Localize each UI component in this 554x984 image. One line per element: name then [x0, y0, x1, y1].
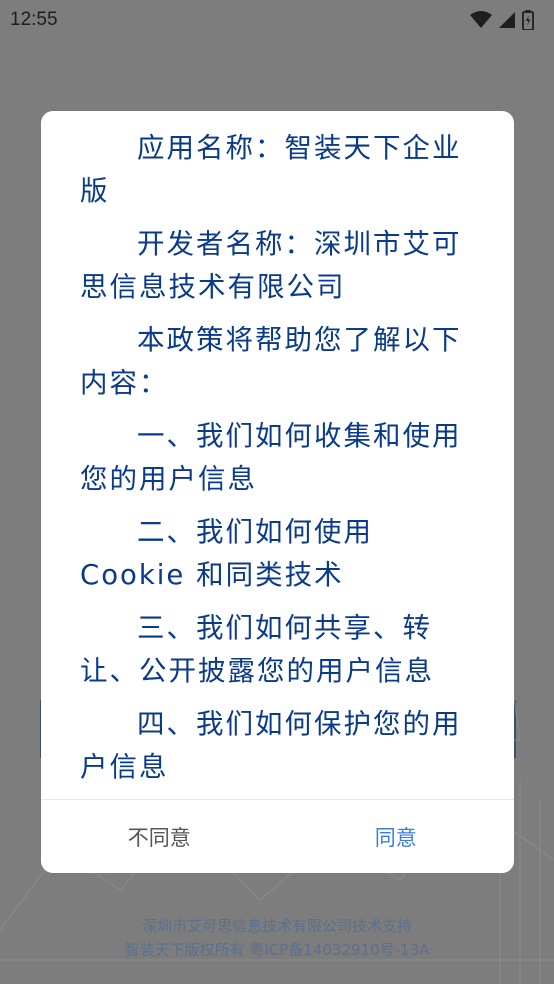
signal-icon	[499, 12, 515, 28]
status-bar: 12:55	[0, 0, 554, 40]
policy-item-3: 三、我们如何共享、转让、公开披露您的用户信息	[80, 612, 434, 687]
policy-intro-text: 本政策将帮助您了解以下内容：	[80, 324, 462, 399]
policy-item-1: 一、我们如何收集和使用您的用户信息	[80, 420, 462, 495]
agree-button[interactable]: 同意	[278, 800, 515, 873]
footer-copyright: 智装天下版权所有 粤ICP备14032910号-13A	[124, 941, 430, 959]
dialog-actions: 不同意 同意	[41, 800, 514, 873]
status-icons	[470, 10, 534, 30]
app-name-text: 应用名称：智装天下企业版	[80, 132, 462, 207]
footer: 深圳市艾可思信息技术有限公司技术支持 智装天下版权所有 粤ICP备1403291…	[0, 914, 554, 962]
policy-item-2: 二、我们如何使用 Cookie 和同类技术	[80, 516, 373, 591]
developer-name-text: 开发者名称：深圳市艾可思信息技术有限公司	[80, 228, 462, 303]
wifi-icon	[470, 11, 492, 28]
policy-item-4: 四、我们如何保护您的用户信息	[80, 708, 462, 783]
status-time: 12:55	[10, 9, 58, 30]
battery-icon	[522, 10, 534, 30]
privacy-policy-dialog: 应用名称：智装天下企业版 开发者名称：深圳市艾可思信息技术有限公司 本政策将帮助…	[41, 111, 514, 873]
disagree-button[interactable]: 不同意	[41, 800, 278, 873]
footer-tech-support: 深圳市艾可思信息技术有限公司技术支持	[141, 917, 412, 935]
dialog-content[interactable]: 应用名称：智装天下企业版 开发者名称：深圳市艾可思信息技术有限公司 本政策将帮助…	[41, 111, 514, 799]
